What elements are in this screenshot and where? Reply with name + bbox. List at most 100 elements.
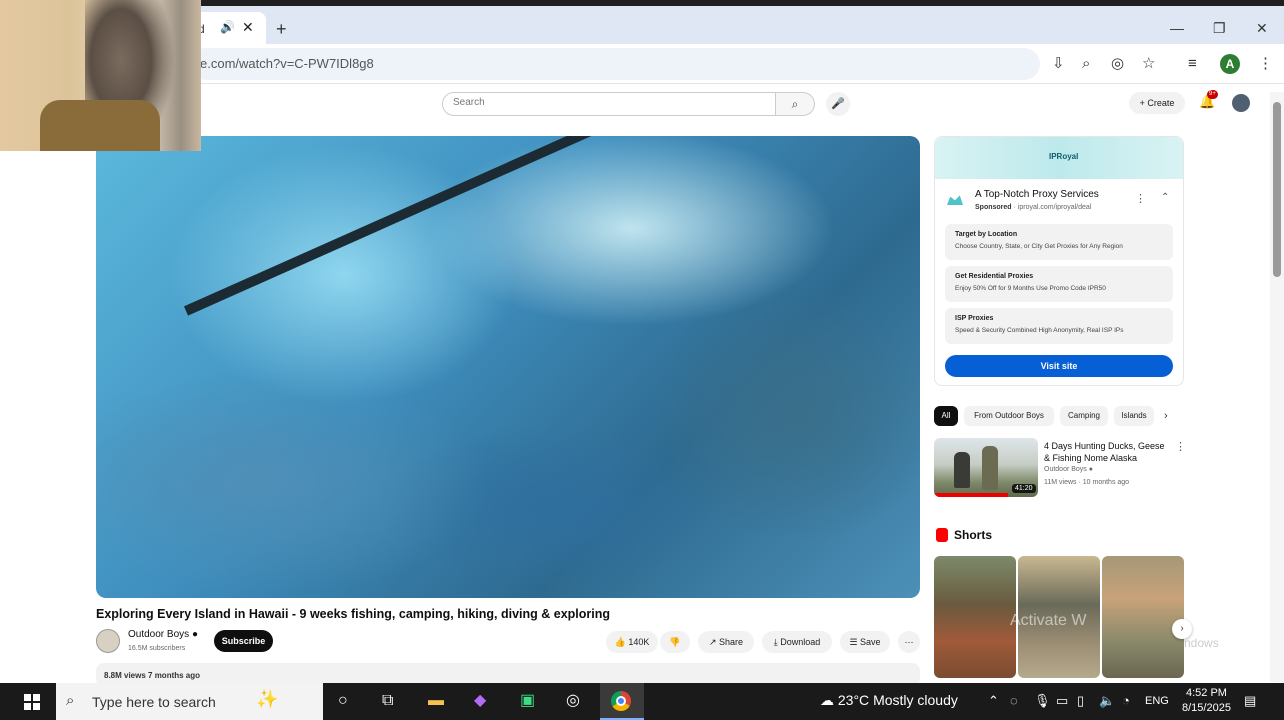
create-button[interactable]: + Create <box>1129 92 1185 114</box>
battery-icon[interactable]: ▯ <box>1077 693 1084 709</box>
bookmark-star-icon[interactable]: ☆ <box>1142 56 1155 71</box>
copilot-icon[interactable]: ◆ <box>474 692 486 710</box>
install-app-icon[interactable]: ⇩ <box>1052 56 1065 71</box>
dislike-button[interactable]: 👎 <box>660 631 690 653</box>
download-button[interactable]: ⤓ Download <box>762 631 832 653</box>
media-control-icon[interactable]: ≡ <box>1188 56 1197 71</box>
search-icon: ⌕ <box>66 692 75 709</box>
taskbar: ⌕ Type here to search ✨ ○ ⧉ ▬ ◆ ▣ ◎ ☁ 23… <box>0 683 1284 720</box>
subscribe-button[interactable]: Subscribe <box>214 630 273 652</box>
verified-icon: ● <box>1088 466 1093 473</box>
chip-from-outdoor-boys[interactable]: From Outdoor Boys <box>964 406 1054 426</box>
task-view-icon[interactable]: ⧉ <box>382 692 393 710</box>
duration-badge: 41:20 <box>1012 484 1036 493</box>
minimize-icon[interactable]: — <box>1170 20 1184 36</box>
chevron-right-icon[interactable]: › <box>1164 410 1168 422</box>
save-label: Save <box>860 637 881 647</box>
channel-name[interactable]: Outdoor Boys ● <box>128 629 198 640</box>
sync-icon[interactable]: ◌ <box>1010 693 1018 708</box>
rec-menu-icon[interactable]: ⋮ <box>1175 440 1186 453</box>
rec-channel[interactable]: Outdoor Boys ● <box>1044 466 1093 473</box>
weather-widget[interactable]: ☁ 23°C Mostly cloudy <box>820 692 958 709</box>
ad-row[interactable]: Get Residential Proxies Enjoy 50% Off fo… <box>945 266 1173 302</box>
close-tab-icon[interactable]: ✕ <box>242 19 254 36</box>
chip-all[interactable]: All <box>934 406 958 426</box>
person-figure <box>954 452 970 488</box>
ad-title[interactable]: A Top-Notch Proxy Services <box>975 189 1099 200</box>
menu-kebab-icon[interactable]: ⋮ <box>1258 56 1273 71</box>
collapse-icon[interactable]: ⌃ <box>1161 192 1169 203</box>
sponsored-label: Sponsored <box>975 204 1012 211</box>
ad-menu-icon[interactable]: ⋮ <box>1135 192 1146 205</box>
share-button[interactable]: ↗ Share <box>698 631 754 653</box>
video-player[interactable] <box>96 136 920 598</box>
search-button[interactable]: ⌕ <box>775 92 815 116</box>
mic-icon[interactable]: 🎙 <box>1034 693 1051 709</box>
ad-logo-icon <box>947 195 963 205</box>
taskbar-search[interactable]: ⌕ Type here to search ✨ <box>56 683 323 720</box>
app-green-icon[interactable]: ▣ <box>520 692 535 710</box>
notification-center-icon[interactable]: ▤ <box>1244 693 1256 709</box>
volume-icon[interactable]: 🔈 <box>1099 693 1115 709</box>
channel-avatar[interactable] <box>96 629 120 653</box>
rec-channel-name[interactable]: Outdoor Boys <box>1044 466 1087 473</box>
short-thumbnail[interactable] <box>1102 556 1184 678</box>
close-window-icon[interactable]: ✕ <box>1256 20 1268 37</box>
zoom-icon[interactable]: ⌕ <box>1082 56 1090 71</box>
file-explorer-icon[interactable]: ▬ <box>428 692 444 710</box>
eye-off-icon[interactable]: ◎ <box>1111 56 1124 71</box>
spear-pole <box>183 136 627 316</box>
ad-domain: · iproyal.com/iproyal/deal <box>1011 204 1092 211</box>
ad-row[interactable]: ISP Proxies Speed & Security Combined Hi… <box>945 308 1173 344</box>
app-ring-icon[interactable]: ◎ <box>566 692 580 710</box>
short-thumbnail[interactable] <box>934 556 1016 678</box>
save-button[interactable]: ☰ Save <box>840 631 890 653</box>
rec-meta: 11M views · 10 months ago <box>1044 479 1130 486</box>
person-figure <box>982 446 998 490</box>
ad-row-heading: Target by Location <box>955 231 1018 238</box>
channel-name-text[interactable]: Outdoor Boys <box>128 629 189 640</box>
sparkle-icon: ✨ <box>256 689 279 709</box>
new-tab-button[interactable]: + <box>276 20 287 38</box>
profile-avatar[interactable]: A <box>1220 54 1240 74</box>
user-avatar[interactable] <box>1232 94 1250 112</box>
url-text[interactable]: e.com/watch?v=C-PW7IDl8g8 <box>200 56 374 71</box>
mic-icon: 🎤 <box>831 98 845 110</box>
ad-row[interactable]: Target by Location Choose Country, State… <box>945 224 1173 260</box>
chip-camping[interactable]: Camping <box>1060 406 1108 426</box>
language-indicator[interactable]: ENG <box>1145 695 1169 707</box>
browser-tab[interactable]: d 🔊 ✕ <box>190 12 266 44</box>
wifi-icon[interactable]: ◔ <box>1122 693 1130 708</box>
more-icon: ⋯ <box>904 637 914 647</box>
chip-islands[interactable]: Islands <box>1114 406 1154 426</box>
watch-progress <box>934 493 1008 497</box>
webcam-shirt <box>40 100 160 151</box>
thumb-down-icon: 👎 <box>669 637 681 647</box>
activate-watermark-2: ndows <box>1184 636 1219 650</box>
notifications-badge: 9+ <box>1207 90 1218 99</box>
speaker-icon[interactable]: 🔊 <box>220 20 235 34</box>
ad-banner[interactable]: IPRoyal <box>935 137 1183 179</box>
windows-start-icon[interactable] <box>24 694 40 710</box>
chrome-icon <box>611 691 631 711</box>
cortana-icon[interactable]: ○ <box>338 692 348 710</box>
more-actions-button[interactable]: ⋯ <box>898 631 920 653</box>
activate-watermark: Activate W <box>1010 612 1087 629</box>
clock[interactable]: 4:52 PM 8/15/2025 <box>1182 686 1231 716</box>
like-button[interactable]: 👍 140K <box>606 631 658 653</box>
chevron-up-icon[interactable]: ⌃ <box>988 693 999 709</box>
ad-row-sub: Enjoy 50% Off for 9 Months Use Promo Cod… <box>955 285 1106 292</box>
voice-search-button[interactable]: 🎤 <box>826 92 850 116</box>
like-count: 140K <box>628 637 650 647</box>
restore-icon[interactable]: ❐ <box>1213 20 1226 37</box>
visit-site-button[interactable]: Visit site <box>945 355 1173 377</box>
rec-title[interactable]: 4 Days Hunting Ducks, Geese & Fishing No… <box>1044 440 1172 464</box>
date: 8/15/2025 <box>1182 702 1231 714</box>
ad-card[interactable]: IPRoyal A Top-Notch Proxy Services Spons… <box>934 136 1184 386</box>
shorts-label: Shorts <box>954 528 993 542</box>
scrollbar-thumb[interactable] <box>1273 102 1281 277</box>
weather-text: Mostly cloudy <box>873 692 958 708</box>
omnibox[interactable]: e.com/watch?v=C-PW7IDl8g8 <box>190 48 1040 80</box>
camera-icon[interactable]: ▭ <box>1056 693 1068 709</box>
search-input[interactable]: Search <box>442 92 776 116</box>
